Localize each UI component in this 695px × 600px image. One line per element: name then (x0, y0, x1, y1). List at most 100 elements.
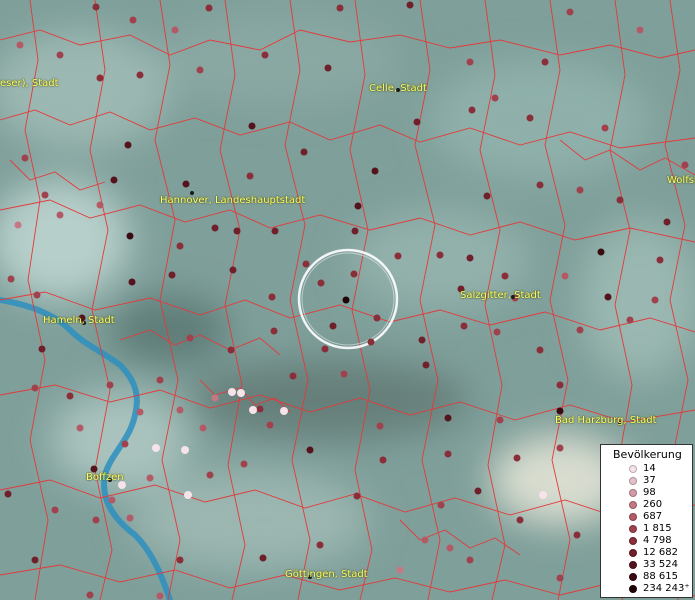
legend-swatch (629, 489, 637, 497)
settlement-dot (7, 275, 15, 283)
settlement-dot (466, 556, 474, 564)
population-legend: Bevölkerung 14 37 98 260 687 1 815 4 798… (600, 444, 693, 598)
settlement-dot (576, 326, 584, 334)
settlement-dot (556, 407, 564, 415)
settlement-dot (289, 372, 297, 380)
settlement-dot (491, 94, 499, 102)
settlement-dot (597, 248, 605, 256)
legend-label: 14 (643, 463, 656, 474)
settlement-dot (616, 196, 624, 204)
settlement-dot (604, 293, 612, 301)
settlement-dot (176, 406, 184, 414)
settlement-dot (496, 416, 504, 424)
settlement-dot (156, 592, 164, 600)
settlement-dot (656, 256, 664, 264)
settlement-dot (108, 496, 116, 504)
settlement-dot (651, 296, 659, 304)
settlement-dot (601, 124, 609, 132)
settlement-dot (206, 471, 214, 479)
settlement-dot (271, 227, 279, 235)
settlement-dot (41, 191, 49, 199)
legend-label: 88 615 (643, 571, 678, 582)
settlement-dot (38, 345, 46, 353)
settlement-dot (306, 446, 314, 454)
settlement-dot (270, 327, 278, 335)
settlement-dot (541, 58, 549, 66)
settlement-dot (171, 26, 179, 34)
settlement-dot (444, 450, 452, 458)
settlement-dot (556, 444, 564, 452)
settlement-dot (266, 421, 274, 429)
settlement-dot (211, 224, 219, 232)
settlement-dot (681, 161, 689, 169)
legend-label: 234 243⁺ (643, 583, 690, 594)
settlement-dot (324, 64, 332, 72)
settlement-dot (233, 227, 241, 235)
settlement-dot (371, 167, 379, 175)
settlement-dot (483, 192, 491, 200)
legend-swatch (629, 501, 637, 509)
settlement-dot (186, 334, 194, 342)
legend-label: 1 815 (643, 523, 672, 534)
legend-swatch (629, 585, 637, 593)
legend-item: 12 682 (601, 547, 694, 559)
legend-item: 1 815 (601, 523, 694, 535)
legend-label: 37 (643, 475, 656, 486)
settlement-dot (351, 227, 359, 235)
settlement-dot (246, 172, 254, 180)
settlement-dot (350, 270, 358, 278)
map-view[interactable]: eser), Stadt Celle, Stadt Wolfsb Hannove… (0, 0, 695, 600)
settlement-dot (573, 531, 581, 539)
city-label-boffzen: Boffzen (86, 472, 124, 483)
settlement-dot (126, 232, 134, 240)
settlement-dot (526, 114, 534, 122)
settlement-dot (14, 221, 22, 229)
settlement-dot (211, 394, 219, 402)
settlement-dot (31, 384, 39, 392)
settlement-dot (4, 490, 12, 498)
settlement-dot (406, 1, 414, 9)
city-label-celle: Celle, Stadt (369, 83, 427, 94)
settlement-dot (626, 316, 634, 324)
settlement-dot (248, 122, 256, 130)
city-label-harzburg: Bad Harzburg, Stadt (555, 415, 657, 426)
settlement-dot (66, 392, 74, 400)
settlement-dot (556, 381, 564, 389)
city-label-hannover: Hannover, Landeshauptstadt (160, 195, 306, 206)
settlement-dot (436, 251, 444, 259)
settlement-dot (110, 176, 118, 184)
city-label-hameln: Hameln, Stadt (43, 315, 115, 326)
settlement-dot (237, 389, 245, 397)
settlement-dot (466, 58, 474, 66)
settlement-dot (321, 345, 329, 353)
city-label-salzgitter: Salzgitter, Stadt (460, 290, 541, 301)
settlement-dot (92, 516, 100, 524)
settlement-dot (229, 266, 237, 274)
legend-swatch (629, 477, 637, 485)
settlement-dot (128, 278, 136, 286)
settlement-dot (124, 141, 132, 149)
settlement-dot (663, 218, 671, 226)
legend-item: 687 (601, 511, 694, 523)
settlement-dot (539, 491, 547, 499)
settlement-dot (152, 444, 160, 452)
settlement-dot (437, 501, 445, 509)
settlement-dot (353, 492, 361, 500)
settlement-dot (126, 514, 134, 522)
legend-item: 4 798 (601, 535, 694, 547)
settlement-dot (513, 454, 521, 462)
settlement-dot (501, 272, 509, 280)
settlement-dot (460, 322, 468, 330)
settlement-dot (280, 407, 288, 415)
settlement-dot (376, 422, 384, 430)
settlement-dot (176, 242, 184, 250)
settlement-dot (474, 487, 482, 495)
settlement-dot (56, 51, 64, 59)
settlement-dot (259, 554, 267, 562)
legend-swatch (629, 465, 637, 473)
settlement-dot (199, 424, 207, 432)
settlement-dot (240, 460, 248, 468)
settlement-dot (205, 4, 213, 12)
legend-item: 88 615 (601, 571, 694, 583)
legend-label: 33 524 (643, 559, 678, 570)
